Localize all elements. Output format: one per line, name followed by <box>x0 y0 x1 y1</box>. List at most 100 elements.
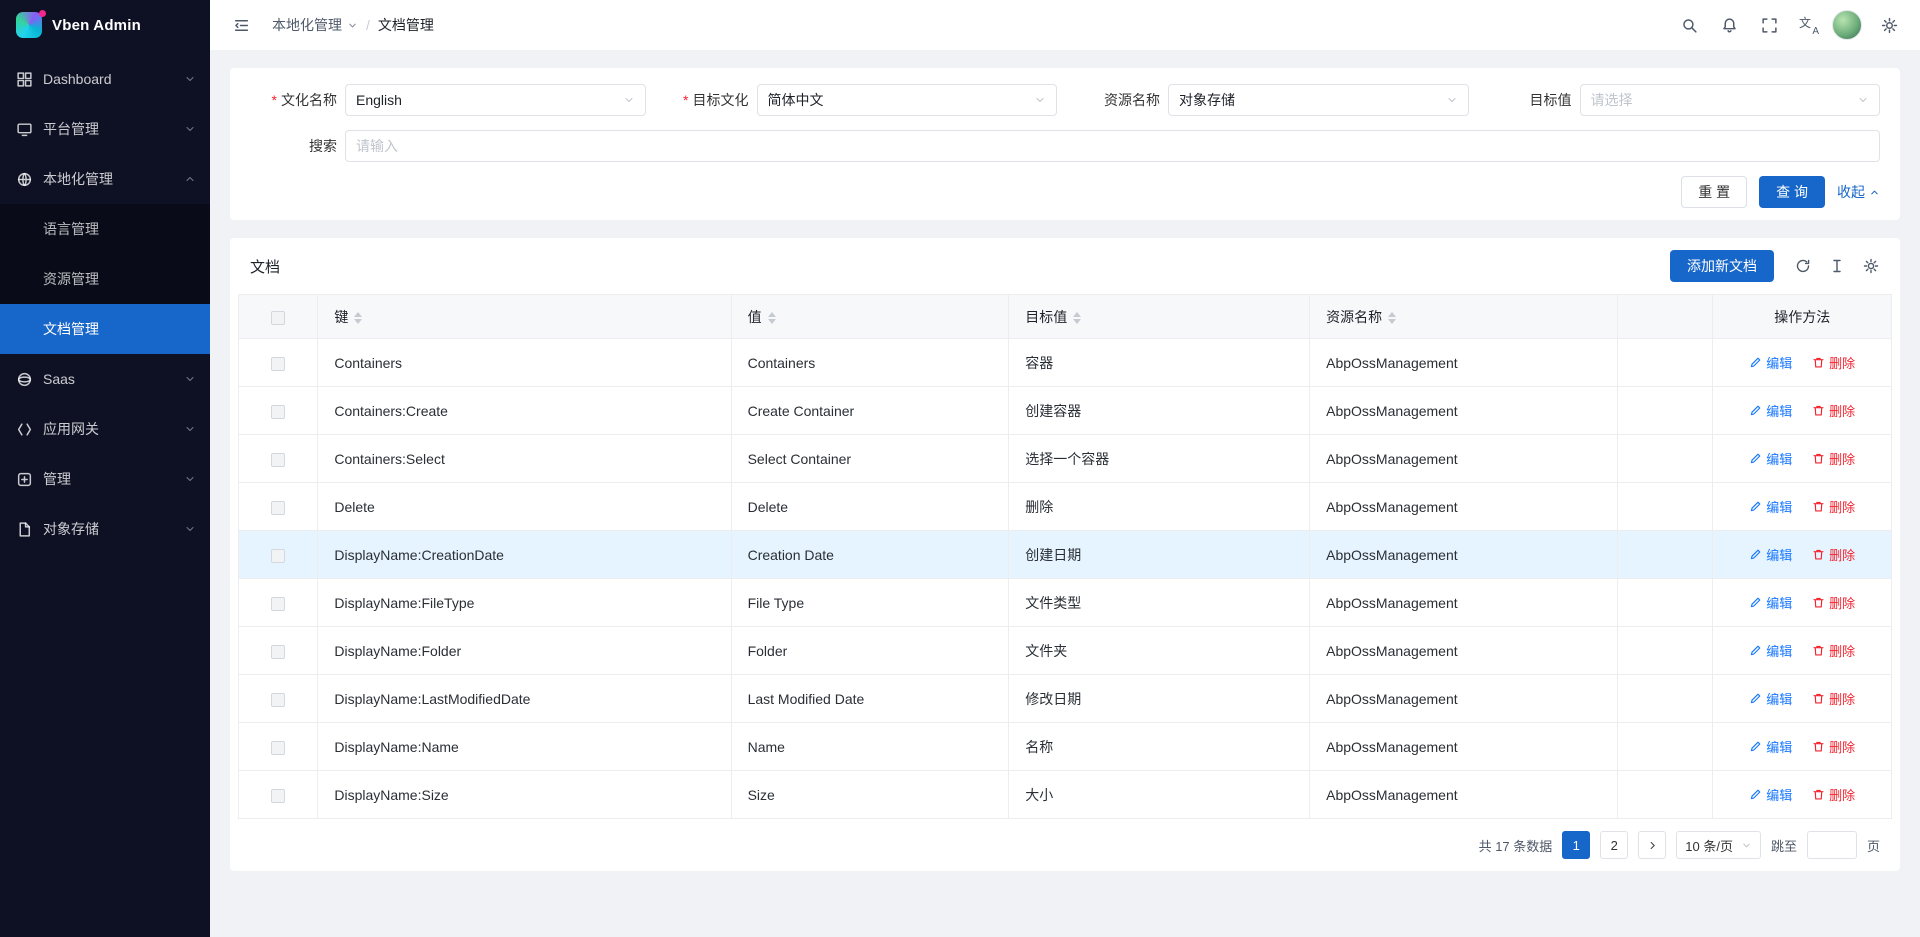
sort-icon[interactable] <box>768 312 776 324</box>
sidebar: Vben Admin Dashboard 平台管理 本地化管理 语言管理 资源管… <box>0 0 210 937</box>
chevron-down-icon <box>1857 94 1869 106</box>
row-checkbox[interactable] <box>271 405 285 419</box>
sidebar-subitem-document[interactable]: 文档管理 <box>0 304 210 354</box>
sidebar-item-label: Dashboard <box>43 71 184 87</box>
settings-gear-icon[interactable] <box>1872 8 1906 42</box>
trash-icon <box>1812 596 1825 609</box>
edit-button[interactable]: 编辑 <box>1749 449 1792 468</box>
column-header-target: 目标值 <box>1009 295 1310 339</box>
sort-icon[interactable] <box>1073 312 1081 324</box>
select-all-checkbox[interactable] <box>271 311 285 325</box>
sidebar-item-localization[interactable]: 本地化管理 <box>0 154 210 204</box>
sidebar-subitem-language[interactable]: 语言管理 <box>0 204 210 254</box>
target-culture-select[interactable]: 简体中文 <box>757 84 1058 116</box>
culture-name-select[interactable]: English <box>345 84 646 116</box>
trash-icon <box>1812 500 1825 513</box>
delete-button[interactable]: 删除 <box>1812 689 1855 708</box>
row-checkbox[interactable] <box>271 693 285 707</box>
cell-key: Delete <box>318 483 731 531</box>
delete-button[interactable]: 删除 <box>1812 593 1855 612</box>
delete-button[interactable]: 删除 <box>1812 641 1855 660</box>
cell-value: Delete <box>731 483 1009 531</box>
sidebar-item-dashboard[interactable]: Dashboard <box>0 54 210 104</box>
delete-button[interactable]: 删除 <box>1812 785 1855 804</box>
avatar[interactable] <box>1832 10 1862 40</box>
breadcrumb-parent[interactable]: 本地化管理 <box>272 15 358 35</box>
sidebar-item-platform[interactable]: 平台管理 <box>0 104 210 154</box>
select-value: 简体中文 <box>768 90 824 110</box>
page-size-select[interactable]: 10 条/页 <box>1676 831 1761 859</box>
resource-name-select[interactable]: 对象存储 <box>1168 84 1469 116</box>
delete-button[interactable]: 删除 <box>1812 497 1855 516</box>
pagination: 共 17 条数据 1 2 10 条/页 跳至 页 <box>230 819 1900 867</box>
delete-button[interactable]: 删除 <box>1812 737 1855 756</box>
cell-key: DisplayName:Name <box>318 723 731 771</box>
target-value-select[interactable]: 请选择 <box>1580 84 1881 116</box>
field-label: 搜索 <box>250 136 345 156</box>
sidebar-item-admin[interactable]: 管理 <box>0 454 210 504</box>
search-icon[interactable] <box>1672 8 1706 42</box>
row-checkbox[interactable] <box>271 789 285 803</box>
sidebar-submenu-localization: 语言管理 资源管理 文档管理 <box>0 204 210 354</box>
search-input[interactable] <box>345 130 1880 162</box>
delete-button[interactable]: 删除 <box>1812 449 1855 468</box>
refresh-icon[interactable] <box>1788 251 1818 281</box>
row-checkbox[interactable] <box>271 549 285 563</box>
breadcrumb-current: 文档管理 <box>378 15 434 35</box>
column-settings-icon[interactable] <box>1856 251 1886 281</box>
edit-button[interactable]: 编辑 <box>1749 785 1792 804</box>
translate-icon[interactable]: 文A <box>1792 8 1826 42</box>
row-checkbox[interactable] <box>271 597 285 611</box>
cell-key: Containers:Create <box>318 387 731 435</box>
table-row-highlighted: DisplayName:CreationDate Creation Date 创… <box>239 531 1892 579</box>
page-button-2[interactable]: 2 <box>1600 831 1628 859</box>
menu-fold-icon[interactable] <box>226 10 256 40</box>
row-checkbox[interactable] <box>271 501 285 515</box>
cell-resource: AbpOssManagement <box>1310 675 1617 723</box>
next-page-button[interactable] <box>1638 831 1666 859</box>
edit-button[interactable]: 编辑 <box>1749 401 1792 420</box>
sidebar-item-gateway[interactable]: 应用网关 <box>0 404 210 454</box>
cell-target: 大小 <box>1009 771 1310 819</box>
app-logo[interactable]: Vben Admin <box>0 0 210 50</box>
sort-icon[interactable] <box>354 312 362 324</box>
app-title: Vben Admin <box>52 17 141 34</box>
edit-button[interactable]: 编辑 <box>1749 545 1792 564</box>
row-checkbox[interactable] <box>271 645 285 659</box>
page-button-1[interactable]: 1 <box>1562 831 1590 859</box>
trash-icon <box>1812 788 1825 801</box>
table-row: DisplayName:Size Size 大小 AbpOssManagemen… <box>239 771 1892 819</box>
sidebar-item-label: 本地化管理 <box>43 169 184 189</box>
row-checkbox[interactable] <box>271 357 285 371</box>
edit-button[interactable]: 编辑 <box>1749 689 1792 708</box>
edit-button[interactable]: 编辑 <box>1749 737 1792 756</box>
sidebar-item-storage[interactable]: 对象存储 <box>0 504 210 554</box>
edit-button[interactable]: 编辑 <box>1749 497 1792 516</box>
delete-button[interactable]: 删除 <box>1812 353 1855 372</box>
edit-button[interactable]: 编辑 <box>1749 593 1792 612</box>
jump-prefix-label: 跳至 <box>1771 836 1797 855</box>
delete-button[interactable]: 删除 <box>1812 401 1855 420</box>
row-checkbox[interactable] <box>271 453 285 467</box>
reset-button[interactable]: 重 置 <box>1681 176 1747 208</box>
delete-button[interactable]: 删除 <box>1812 545 1855 564</box>
cell-resource: AbpOssManagement <box>1310 627 1617 675</box>
column-header-key: 键 <box>318 295 731 339</box>
add-document-button[interactable]: 添加新文档 <box>1670 250 1774 282</box>
row-checkbox[interactable] <box>271 741 285 755</box>
cell-resource: AbpOssManagement <box>1310 723 1617 771</box>
sidebar-subitem-resource[interactable]: 资源管理 <box>0 254 210 304</box>
page-jump-input[interactable] <box>1807 831 1857 859</box>
query-button[interactable]: 查 询 <box>1759 176 1825 208</box>
fullscreen-icon[interactable] <box>1752 8 1786 42</box>
chevron-down-icon <box>184 123 196 135</box>
sort-icon[interactable] <box>1388 312 1396 324</box>
edit-button[interactable]: 编辑 <box>1749 641 1792 660</box>
sidebar-item-saas[interactable]: Saas <box>0 354 210 404</box>
cell-resource: AbpOssManagement <box>1310 339 1617 387</box>
document-table-panel: 文档 添加新文档 键 值 <box>230 238 1900 871</box>
edit-button[interactable]: 编辑 <box>1749 353 1792 372</box>
row-height-icon[interactable] <box>1822 251 1852 281</box>
bell-icon[interactable] <box>1712 8 1746 42</box>
collapse-toggle[interactable]: 收起 <box>1837 182 1880 202</box>
